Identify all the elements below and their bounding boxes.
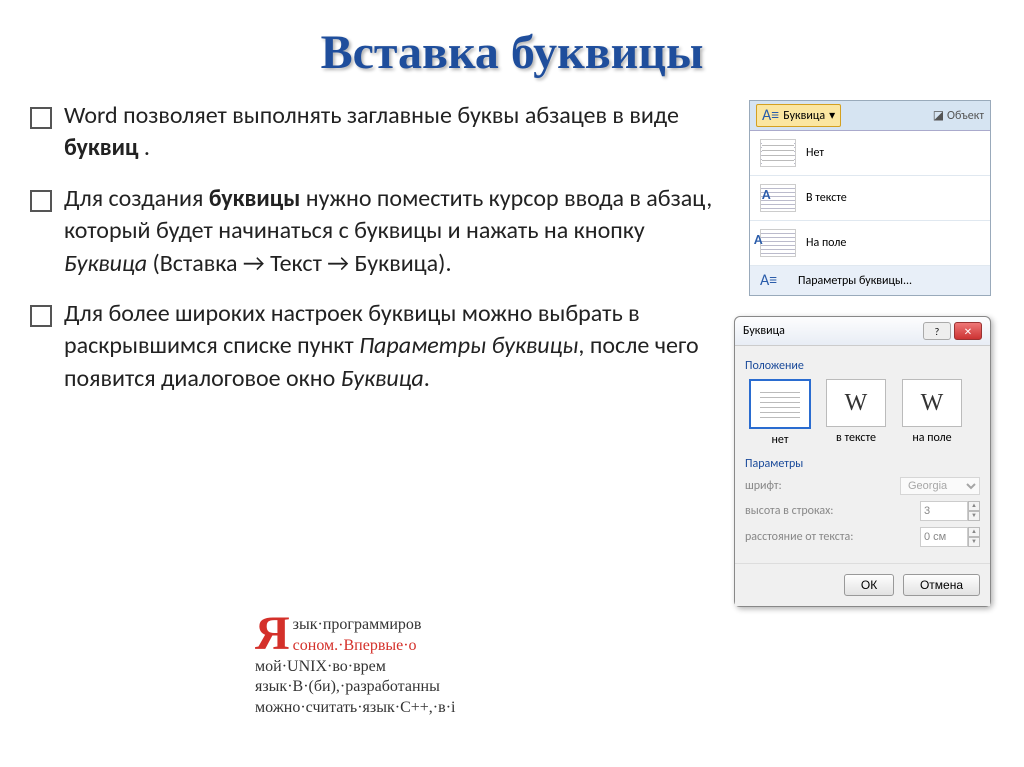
dropcap-option-none[interactable]: Нет xyxy=(750,131,990,176)
option-intext-icon: A xyxy=(760,184,796,212)
spin-down-icon[interactable]: ▼ xyxy=(968,537,980,547)
option-none-label: Нет xyxy=(806,146,824,160)
para1-text: Word позволяет выполнять заглавные буквы… xyxy=(64,101,679,130)
pos-none-label: нет xyxy=(745,433,815,447)
distance-input[interactable] xyxy=(920,527,968,547)
option-intext-label: В тексте xyxy=(806,191,847,205)
font-label: шрифт: xyxy=(745,479,782,493)
spin-down-icon[interactable]: ▼ xyxy=(968,511,980,521)
dropcap-params-item[interactable]: A≡ Параметры буквицы... xyxy=(750,266,990,295)
screenshots-column: A≡ Буквица ▾ ◪ Объект Нет A В тексте A Н… xyxy=(724,100,994,607)
close-button[interactable]: ✕ xyxy=(954,322,982,340)
ribbon-dropdown: A≡ Буквица ▾ ◪ Объект Нет A В тексте A Н… xyxy=(749,100,991,296)
dialog-title: Буквица xyxy=(743,324,785,338)
example-line3: мой·UNIX·во·врем xyxy=(255,658,386,675)
spin-up-icon[interactable]: ▲ xyxy=(968,527,980,537)
bullet-para-1: Word позволяет выполнять заглавные буквы… xyxy=(30,100,714,165)
para1-bold: буквиц xyxy=(64,133,138,162)
params-section-label: Параметры xyxy=(745,457,980,471)
dialog-titlebar: Буквица ? ✕ xyxy=(735,317,990,346)
example-line2: соном.·Впервые·о xyxy=(293,637,417,654)
cancel-button[interactable]: Отмена xyxy=(903,574,980,596)
spin-up-icon[interactable]: ▲ xyxy=(968,501,980,511)
bullet-icon xyxy=(30,190,52,212)
example-line4: язык·B·(би),·разработанны xyxy=(255,678,440,695)
position-option-none[interactable]: нет xyxy=(745,379,815,447)
bullet-icon xyxy=(30,107,52,129)
dropcap-icon: A≡ xyxy=(762,106,779,125)
slide-title: Вставка буквицы xyxy=(30,25,994,80)
dropcap-option-intext[interactable]: A В тексте xyxy=(750,176,990,221)
distance-label: расстояние от текста: xyxy=(745,530,853,544)
ok-button[interactable]: ОК xyxy=(844,574,894,596)
example-line5: можно·считать·язык·C++,·в·і xyxy=(255,699,455,716)
params-icon: A≡ xyxy=(760,271,792,290)
help-button[interactable]: ? xyxy=(923,322,951,340)
font-select[interactable]: Georgia xyxy=(900,477,980,495)
bullet-icon xyxy=(30,305,52,327)
chevron-down-icon: ▾ xyxy=(829,108,835,123)
dropcap-example: Я зык·программиров соном.·Впервые·о мой·… xyxy=(255,615,675,719)
object-label: Объект xyxy=(947,109,984,123)
pos-margin-label: на поле xyxy=(897,431,967,445)
pos-intext-label: в тексте xyxy=(821,431,891,445)
dropcap-option-margin[interactable]: A На поле xyxy=(750,221,990,266)
position-option-margin[interactable]: W на поле xyxy=(897,379,967,447)
dropcap-ribbon-button[interactable]: A≡ Буквица ▾ xyxy=(756,104,841,127)
text-column: Word позволяет выполнять заглавные буквы… xyxy=(30,100,714,607)
option-margin-label: На поле xyxy=(806,236,846,250)
option-margin-icon: A xyxy=(760,229,796,257)
bullet-para-2: Для создания буквицы нужно поместить кур… xyxy=(30,183,714,280)
position-section-label: Положение xyxy=(745,359,980,373)
height-input[interactable] xyxy=(920,501,968,521)
ribbon-button-label: Буквица xyxy=(783,109,825,123)
content-area: Word позволяет выполнять заглавные буквы… xyxy=(30,100,994,607)
bullet-para-3: Для более широких настроек буквицы можно… xyxy=(30,298,714,395)
height-label: высота в строках: xyxy=(745,504,833,518)
example-dropcap-letter: Я xyxy=(255,615,290,653)
example-line1: зык·программиров xyxy=(293,616,422,633)
object-icon: ◪ xyxy=(933,108,944,123)
position-option-intext[interactable]: W в тексте xyxy=(821,379,891,447)
dropcap-dialog: Буквица ? ✕ Положение нет W в тексте xyxy=(734,316,991,607)
ribbon-header: A≡ Буквица ▾ ◪ Объект xyxy=(750,101,990,131)
params-label: Параметры буквицы... xyxy=(798,274,912,288)
option-none-icon xyxy=(760,139,796,167)
